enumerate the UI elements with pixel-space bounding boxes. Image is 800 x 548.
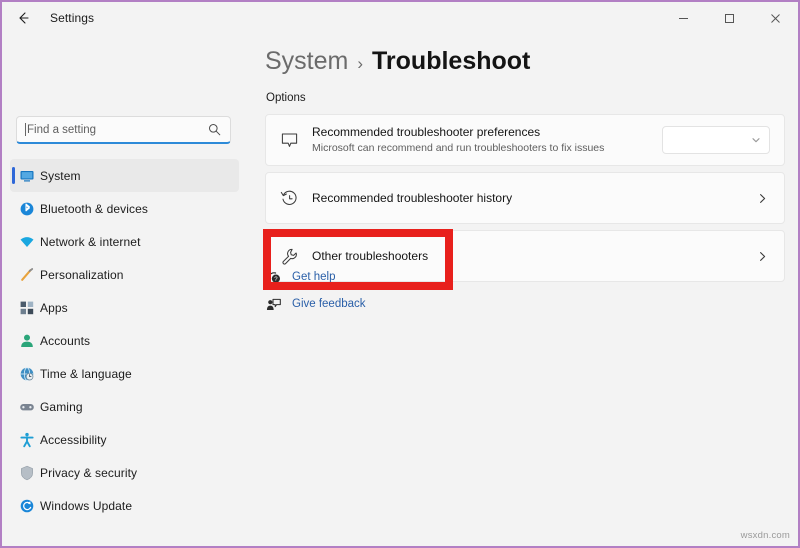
help-question-icon: ? — [265, 269, 282, 286]
sidebar-item-label: System — [40, 169, 81, 183]
main-content: System › Troubleshoot Options Recommende… — [247, 34, 798, 548]
card-text: Recommended troubleshooter history — [312, 191, 754, 206]
sidebar-item-gaming[interactable]: Gaming — [10, 390, 239, 423]
sidebar-item-apps[interactable]: Apps — [10, 291, 239, 324]
card-title: Other troubleshooters — [312, 249, 754, 264]
bluetooth-icon — [18, 200, 36, 218]
card-recommended-troubleshooter-preferences[interactable]: Recommended troubleshooter preferences M… — [265, 114, 785, 166]
accessibility-person-icon — [18, 431, 36, 449]
settings-window: Settings — [0, 0, 800, 548]
back-arrow-icon — [15, 10, 31, 26]
person-icon — [18, 332, 36, 350]
sidebar-item-system[interactable]: System — [10, 159, 239, 192]
help-links: ? Get help Give feedback — [265, 266, 366, 320]
shield-icon — [18, 464, 36, 482]
card-text: Other troubleshooters — [312, 249, 754, 264]
card-title: Recommended troubleshooter preferences — [312, 125, 662, 140]
sidebar-item-privacy-security[interactable]: Privacy & security — [10, 456, 239, 489]
sidebar-item-time-language[interactable]: Time & language — [10, 357, 239, 390]
card-text: Recommended troubleshooter preferences M… — [312, 125, 662, 155]
close-icon — [770, 13, 781, 24]
chevron-right-icon[interactable] — [754, 248, 770, 264]
history-clock-icon — [278, 187, 300, 209]
sidebar-item-windows-update[interactable]: Windows Update — [10, 489, 239, 522]
sidebar: System Bluetooth & devices Network — [2, 34, 247, 548]
sidebar-item-label: Network & internet — [40, 235, 141, 249]
sidebar-item-label: Gaming — [40, 400, 83, 414]
card-subtitle: Microsoft can recommend and run troubles… — [312, 141, 662, 155]
recommended-preferences-dropdown[interactable] — [662, 126, 770, 154]
chevron-down-icon — [751, 135, 761, 145]
link-get-help[interactable]: ? Get help — [265, 266, 366, 288]
feedback-icon — [265, 296, 282, 313]
sidebar-item-label: Privacy & security — [40, 466, 137, 480]
breadcrumb-separator-icon: › — [357, 54, 363, 74]
wrench-icon — [278, 245, 300, 267]
minimize-icon — [678, 13, 689, 24]
text-caret — [25, 123, 26, 136]
maximize-button[interactable] — [706, 2, 752, 34]
sidebar-nav: System Bluetooth & devices Network — [10, 159, 239, 522]
paintbrush-icon — [18, 266, 36, 284]
title-bar: Settings — [2, 2, 798, 34]
search-container — [16, 116, 231, 144]
sidebar-item-label: Accounts — [40, 334, 90, 348]
maximize-icon — [724, 13, 735, 24]
monitor-icon — [18, 167, 36, 185]
watermark: wsxdn.com — [741, 530, 790, 541]
chevron-right-icon[interactable] — [754, 190, 770, 206]
search-glyph-icon — [208, 123, 221, 136]
sidebar-item-accounts[interactable]: Accounts — [10, 324, 239, 357]
sidebar-item-label: Accessibility — [40, 433, 107, 447]
sidebar-item-accessibility[interactable]: Accessibility — [10, 423, 239, 456]
breadcrumb-parent[interactable]: System — [265, 47, 348, 76]
close-button[interactable] — [752, 2, 798, 34]
card-recommended-troubleshooter-history[interactable]: Recommended troubleshooter history — [265, 172, 785, 224]
sidebar-item-label: Bluetooth & devices — [40, 202, 148, 216]
speech-bubble-icon — [278, 129, 300, 151]
card-title: Recommended troubleshooter history — [312, 191, 754, 206]
sidebar-item-label: Time & language — [40, 367, 132, 381]
apps-grid-icon — [18, 299, 36, 317]
app-title: Settings — [50, 11, 94, 25]
globe-clock-icon — [18, 365, 36, 383]
wifi-icon — [18, 233, 36, 251]
sidebar-item-network-internet[interactable]: Network & internet — [10, 225, 239, 258]
link-label: Get help — [292, 271, 335, 283]
refresh-circle-icon — [18, 497, 36, 515]
minimize-button[interactable] — [660, 2, 706, 34]
breadcrumb: System › Troubleshoot — [265, 47, 530, 76]
back-button[interactable] — [6, 3, 40, 33]
search-icon[interactable] — [206, 122, 222, 138]
options-list: Recommended troubleshooter preferences M… — [265, 114, 785, 288]
section-label: Options — [266, 92, 306, 104]
gamepad-icon — [18, 398, 36, 416]
search-input[interactable] — [27, 117, 206, 142]
sidebar-item-label: Windows Update — [40, 499, 132, 513]
sidebar-item-personalization[interactable]: Personalization — [10, 258, 239, 291]
search-box[interactable] — [16, 116, 231, 144]
sidebar-item-label: Personalization — [40, 268, 124, 282]
sidebar-item-bluetooth-devices[interactable]: Bluetooth & devices — [10, 192, 239, 225]
window-controls — [660, 2, 798, 34]
sidebar-item-label: Apps — [40, 301, 68, 315]
link-give-feedback[interactable]: Give feedback — [265, 293, 366, 315]
link-label: Give feedback — [292, 298, 366, 310]
page-title: Troubleshoot — [372, 47, 530, 76]
